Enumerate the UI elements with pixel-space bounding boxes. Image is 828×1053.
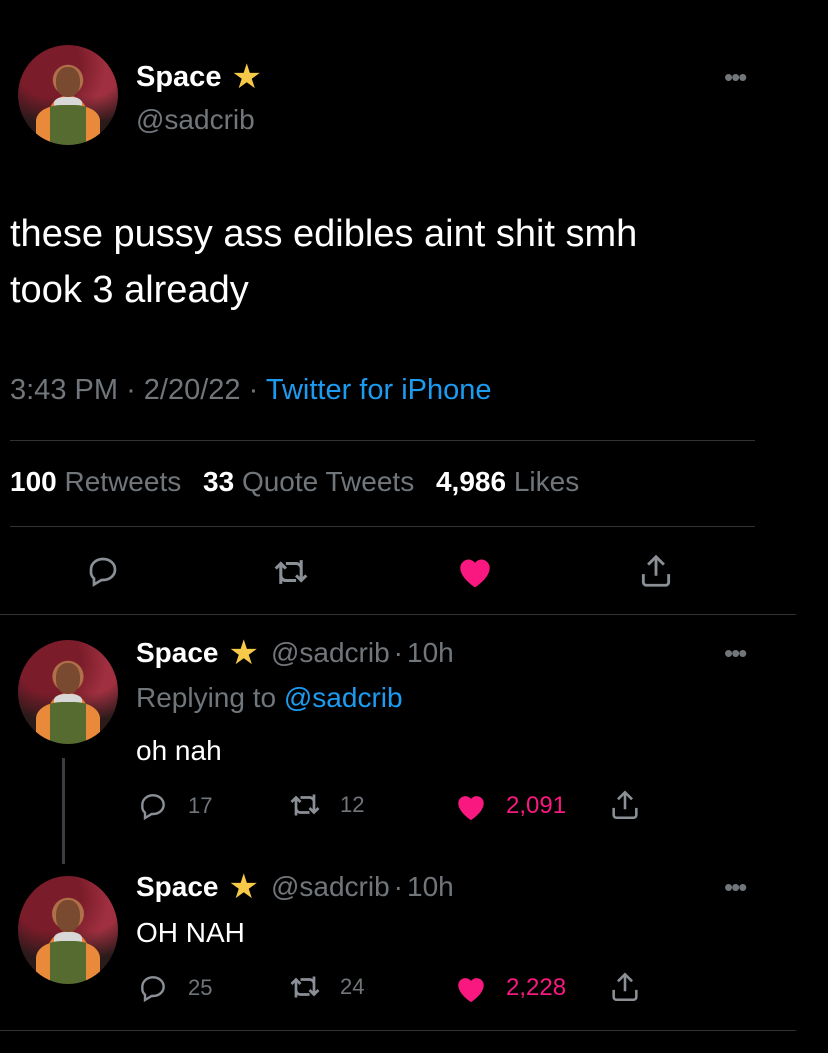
meta-separator: · (248, 374, 259, 406)
reply-count: 17 (188, 793, 213, 818)
reply-header: Space ★ @sadcrib · 10h (136, 636, 454, 670)
reply-age[interactable]: 10h (407, 637, 454, 669)
reply-avatar[interactable] (18, 640, 118, 744)
reply-header: Space ★ @sadcrib · 10h (136, 870, 454, 904)
reply-icon[interactable] (83, 553, 123, 589)
tweet-text-line-1: these pussy ass edibles aint shit smh (10, 213, 638, 255)
likes-count: 4,986 (435, 466, 507, 497)
retweet-icon[interactable]: 12 (286, 790, 364, 820)
avatar-face (56, 899, 80, 933)
tweet-stats: 100 Retweets 33 Quote Tweets 4,986 Likes (10, 466, 579, 498)
reply-handle[interactable]: @sadcrib (271, 637, 390, 669)
avatar-face (56, 662, 80, 695)
heart-icon[interactable]: 2,228 (454, 972, 566, 1004)
replying-handle-link[interactable]: @sadcrib (284, 682, 403, 713)
retweet-count: 12 (340, 792, 365, 817)
retweets-label: Retweets (64, 466, 182, 497)
reply-display-name[interactable]: Space (136, 637, 219, 669)
avatar-face (56, 67, 80, 97)
reply-text: OH NAH (136, 917, 245, 948)
reply-age[interactable]: 10h (407, 871, 454, 903)
share-icon[interactable] (608, 788, 642, 822)
quotes-count: 33 (203, 466, 235, 497)
reply-separator: · (393, 871, 403, 902)
replying-to: Replying to @sadcrib (136, 682, 403, 714)
retweets-stat[interactable]: 100 Retweets (10, 466, 189, 497)
meta-separator: · (126, 374, 136, 406)
tweet-text: these pussy ass edibles aint shit smh to… (10, 206, 637, 318)
divider (10, 440, 755, 441)
avatar-jacket (36, 940, 100, 984)
reply-separator: · (393, 637, 403, 668)
main-display-name[interactable]: Space (136, 61, 221, 94)
star-icon: ★ (231, 58, 262, 96)
divider (0, 614, 796, 615)
like-count: 2,228 (506, 974, 567, 1001)
reply-action-bar: 17 12 2,091 (136, 788, 656, 824)
reply-handle[interactable]: @sadcrib (271, 871, 390, 903)
more-icon[interactable]: ••• (724, 640, 747, 666)
retweet-icon[interactable] (270, 555, 312, 589)
heart-icon[interactable] (455, 553, 495, 589)
reply-action-bar: 25 24 2,228 (136, 970, 656, 1006)
quotes-label: Quote Tweets (241, 466, 415, 497)
avatar-jacket (36, 702, 100, 744)
tweet-time: 3:43 PM (10, 374, 118, 406)
retweet-icon[interactable]: 24 (286, 972, 364, 1002)
heart-icon[interactable]: 2,091 (454, 790, 566, 822)
more-icon[interactable]: ••• (724, 874, 747, 900)
retweets-count: 100 (10, 466, 57, 497)
likes-label: Likes (513, 466, 580, 497)
like-count: 2,091 (506, 792, 567, 819)
divider (10, 526, 755, 527)
reply-icon[interactable]: 17 (136, 790, 212, 822)
tweet-text-line-2: took 3 already (10, 269, 249, 311)
thread-line (62, 758, 65, 864)
likes-stat[interactable]: 4,986 Likes (436, 466, 579, 497)
quotes-stat[interactable]: 33 Quote Tweets (203, 466, 422, 497)
main-handle[interactable]: @sadcrib (136, 104, 255, 136)
reply-icon[interactable]: 25 (136, 972, 212, 1004)
share-icon[interactable] (608, 970, 642, 1004)
reply-avatar[interactable] (18, 876, 118, 984)
share-icon[interactable] (636, 552, 676, 590)
divider (0, 1030, 796, 1031)
reply-display-name[interactable]: Space (136, 871, 219, 903)
tweet-date: 2/20/22 (143, 374, 241, 406)
main-avatar[interactable] (18, 45, 118, 145)
star-icon: ★ (228, 634, 259, 672)
star-icon: ★ (228, 868, 259, 906)
replying-prefix: Replying to (136, 682, 277, 713)
reply-text: oh nah (136, 735, 222, 766)
tweet-meta: 3:43 PM · 2/20/22 · Twitter for iPhone (10, 374, 492, 407)
more-icon[interactable]: ••• (724, 64, 747, 90)
tweet-source-link[interactable]: Twitter for iPhone (266, 374, 492, 406)
reply-count: 25 (188, 975, 213, 1000)
retweet-count: 24 (340, 974, 365, 999)
main-author-name-row[interactable]: Space ★ (136, 60, 262, 94)
avatar-jacket (36, 105, 100, 145)
